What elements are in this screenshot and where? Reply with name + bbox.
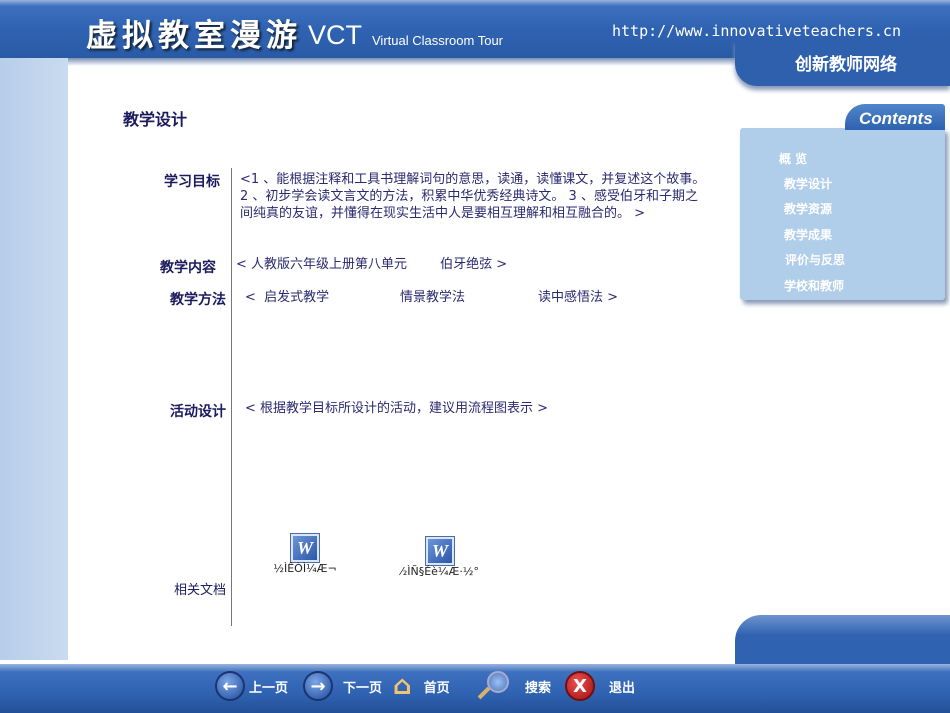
close-icon: X: [565, 671, 595, 701]
prev-label: 上一页: [249, 680, 289, 696]
method-3: 读中感悟法 >: [538, 290, 619, 305]
exit-button[interactable]: X 退出: [565, 671, 635, 701]
search-label: 搜索: [525, 680, 552, 696]
label-methods: 教学方法: [170, 292, 226, 308]
document-item[interactable]: W ⁄₂ÌÑ§Éè¼Æ·½°: [385, 536, 495, 578]
menu-teaching-results[interactable]: 教学成果: [784, 226, 832, 243]
search-button[interactable]: 搜索: [475, 671, 551, 701]
content-text: < 人教版六年级上册第八单元 伯牙绝弦 >: [236, 257, 508, 272]
left-strip: [0, 58, 68, 660]
word-document-icon: W: [290, 533, 320, 563]
menu-teaching-resources[interactable]: 教学资源: [784, 200, 832, 217]
menu-school-teachers[interactable]: 学校和教师: [784, 277, 844, 294]
label-activity: 活动设计: [170, 404, 226, 420]
contents-panel: [740, 128, 945, 300]
page-title: 教学设计: [123, 110, 188, 129]
divider: [231, 168, 232, 626]
activity-text: < 根据教学目标所设计的活动，建议用流程图表示 >: [245, 401, 549, 416]
word-document-icon: W: [425, 536, 455, 566]
menu-teaching-design[interactable]: 教学设计: [784, 175, 832, 192]
menu-overview[interactable]: 概 览: [779, 150, 807, 167]
home-button[interactable]: ⌂ 首页: [393, 671, 450, 701]
label-documents: 相关文档: [173, 583, 226, 598]
exit-label: 退出: [609, 680, 636, 696]
arrow-left-icon: ←: [215, 671, 245, 701]
method-2: 情景教学法: [400, 290, 466, 305]
home-icon: ⌂: [393, 671, 412, 701]
contents-title: Contents: [845, 104, 945, 130]
prev-page-button[interactable]: ← 上一页: [215, 671, 288, 701]
site-url[interactable]: http://www.innovativeteachers.cn: [612, 22, 901, 40]
home-label: 首页: [423, 680, 450, 696]
arrow-right-icon: →: [303, 671, 333, 701]
label-learning-goals: 学习目标: [164, 174, 220, 190]
method-1: < 启发式教学: [245, 290, 330, 305]
next-label: 下一页: [343, 680, 383, 696]
learning-goals-text: <1 、能根据注释和工具书理解词句的意思，读通，读懂课文，并复述这个故事。 2 …: [240, 172, 706, 221]
document-item[interactable]: W ½ÌÊÒÌ¼Æ¬: [262, 533, 348, 575]
menu-evaluation[interactable]: 评价与反思: [785, 251, 845, 268]
document-name: ½ÌÊÒÌ¼Æ¬: [273, 562, 337, 575]
magnifier-icon: [475, 671, 511, 701]
app-subtitle: Virtual Classroom Tour: [372, 33, 504, 48]
next-page-button[interactable]: → 下一页: [303, 671, 382, 701]
app-abbr: VCT: [308, 20, 362, 50]
app-title: 虚拟教室漫游: [86, 18, 302, 54]
label-content: 教学内容: [160, 260, 216, 276]
org-name: 创新教师网络: [795, 55, 897, 75]
document-name: ⁄₂ÌÑ§Éè¼Æ·½°: [401, 565, 479, 578]
